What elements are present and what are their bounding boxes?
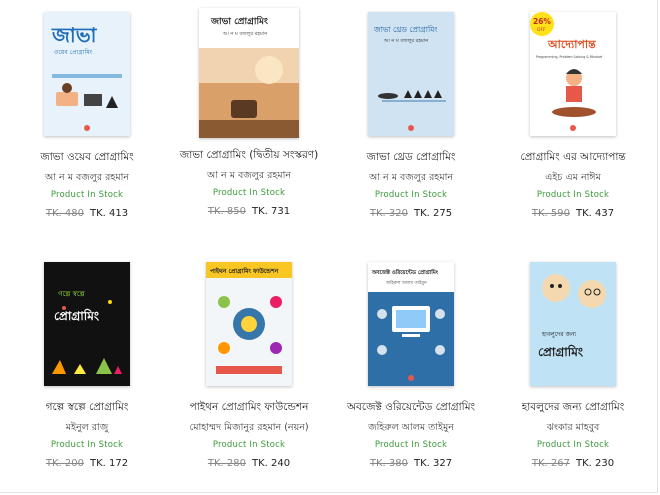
- book-card[interactable]: 26% OFF আদ্যোপান্ত Programming, Problem …: [492, 8, 654, 258]
- book-cover-image[interactable]: 26% OFF আদ্যোপান্ত Programming, Problem …: [530, 12, 616, 136]
- stock-status: Product In Stock: [374, 440, 448, 450]
- discount-price: TK. 413: [90, 208, 129, 219]
- price-row: TK. 590 TK. 437: [532, 208, 614, 219]
- book-title[interactable]: হাবলুদের জন্য প্রোগ্রামিং: [522, 400, 625, 415]
- discount-price: TK. 327: [414, 458, 453, 469]
- cover-subtitle-text: ওয়েব প্রোগ্রামিং: [54, 49, 93, 56]
- book-title[interactable]: পাইথন প্রোগ্রামিং ফাউন্ডেশন: [190, 400, 309, 415]
- book-title[interactable]: গল্পে স্বল্পে প্রোগ্রামিং: [46, 400, 129, 415]
- cover-subtitle-text: হাবলুদের জন্য: [541, 331, 576, 338]
- price-row: TK. 200 TK. 172: [46, 458, 128, 469]
- cover-title-text: প্রোগ্রামিং: [54, 308, 100, 323]
- price-row: TK. 320 TK. 275: [370, 208, 452, 219]
- book-cover-image[interactable]: অবজেক্ট ওরিয়েন্টেড প্রোগ্রামিং জহিরুল আ…: [368, 262, 454, 386]
- book-title[interactable]: জাভা প্রোগ্রামিং (দ্বিতীয় সংস্করণ): [180, 148, 318, 163]
- book-author[interactable]: ঝংকার মাহবুব: [547, 421, 600, 434]
- book-cover-image[interactable]: পাইথন প্রোগ্রামিং ফাউন্ডেশন: [206, 262, 292, 386]
- original-price: TK. 850: [207, 206, 246, 217]
- cover-subtitle-text: গল্পে স্বল্পে: [58, 290, 86, 298]
- book-grid: জাভা ওয়েব প্রোগ্রামিং জাভা ওয়েব প্রোগ্…: [6, 8, 654, 494]
- book-author[interactable]: মোহাম্মদ মিজানুর রহমান (নয়ন): [189, 421, 308, 434]
- original-price: TK. 480: [45, 208, 84, 219]
- stock-status: Product In Stock: [536, 440, 610, 450]
- book-card[interactable]: জাভা ওয়েব প্রোগ্রামিং জাভা ওয়েব প্রোগ্…: [6, 8, 168, 258]
- cover-subtitle-text: Programming, Problem Solving & Mindset: [536, 55, 603, 59]
- book-cover-image[interactable]: জাভা প্রোগ্রামিং আ ন ম বজলুর রহমান: [199, 8, 299, 138]
- book-author[interactable]: আ ন ম বজলুর রহমান: [207, 169, 291, 182]
- book-card[interactable]: জাভা প্রোগ্রামিং আ ন ম বজলুর রহমান জাভা …: [168, 8, 330, 258]
- book-author[interactable]: এইচ এম নাঈম: [545, 171, 601, 184]
- original-price: TK. 280: [207, 458, 246, 469]
- cover-subtitle-text: আ ন ম বজলুর রহমান: [222, 31, 268, 37]
- book-card[interactable]: পাইথন প্রোগ্রামিং ফাউন্ডেশন পাইথন প্রোগ্…: [168, 258, 330, 494]
- original-price: TK. 200: [45, 458, 84, 469]
- cover-title-text: প্রোগ্রামিং: [538, 344, 584, 359]
- book-card[interactable]: গল্পে স্বল্পে প্রোগ্রামিং গল্পে স্বল্পে …: [6, 258, 168, 494]
- cover-title-text: জাভা প্রোগ্রামিং: [210, 15, 268, 27]
- discount-price: TK. 240: [252, 458, 291, 469]
- book-author[interactable]: মইনুল রাজু: [66, 421, 108, 434]
- stock-status: Product In Stock: [50, 190, 124, 200]
- original-price: TK. 380: [369, 458, 408, 469]
- cover-title-text: অবজেক্ট ওরিয়েন্টেড প্রোগ্রামিং: [371, 268, 439, 276]
- book-card[interactable]: হাবলুদের জন্য প্রোগ্রামিং হাবলুদের জন্য …: [492, 258, 654, 494]
- price-row: TK. 480 TK. 413: [46, 208, 128, 219]
- book-cover-image[interactable]: জাভা থ্রেড প্রোগ্রামিং আ ন ম বজলুর রহমান: [368, 12, 454, 136]
- original-price: TK. 320: [369, 208, 408, 219]
- discount-badge-off: OFF: [537, 27, 546, 33]
- stock-status: Product In Stock: [50, 440, 124, 450]
- book-author[interactable]: জহিরুল আলম তাইমুন: [368, 421, 454, 434]
- book-cover-image[interactable]: গল্পে স্বল্পে প্রোগ্রামিং: [44, 262, 130, 386]
- original-price: TK. 267: [531, 458, 570, 469]
- book-title[interactable]: অবজেক্ট ওরিয়েন্টেড প্রোগ্রামিং: [347, 400, 475, 415]
- stock-status: Product In Stock: [374, 190, 448, 200]
- original-price: TK. 590: [531, 208, 570, 219]
- stock-status: Product In Stock: [536, 190, 610, 200]
- stock-status: Product In Stock: [212, 440, 286, 450]
- book-card[interactable]: অবজেক্ট ওরিয়েন্টেড প্রোগ্রামিং জহিরুল আ…: [330, 258, 492, 494]
- book-author[interactable]: আ ন ম বজলুর রহমান: [369, 171, 453, 184]
- book-cover-image[interactable]: জাভা ওয়েব প্রোগ্রামিং: [44, 12, 130, 136]
- discount-price: TK. 172: [90, 458, 129, 469]
- cover-subtitle-text: জহিরুল আলম তাইমুন: [385, 280, 428, 286]
- discount-price: TK. 275: [414, 208, 453, 219]
- price-row: TK. 850 TK. 731: [208, 206, 290, 217]
- discount-price: TK. 731: [252, 206, 291, 217]
- discount-price: TK. 437: [576, 208, 615, 219]
- cover-title-text: পাইথন প্রোগ্রামিং ফাউন্ডেশন: [210, 266, 279, 275]
- stock-status: Product In Stock: [212, 188, 286, 198]
- book-title[interactable]: জাভা থ্রেড প্রোগ্রামিং: [367, 150, 456, 165]
- book-title[interactable]: প্রোগ্রামিং এর আদ্যোপান্ত: [520, 150, 625, 165]
- book-cover-image[interactable]: হাবলুদের জন্য প্রোগ্রামিং: [530, 262, 616, 386]
- price-row: TK. 267 TK. 230: [532, 458, 614, 469]
- cover-title-text: জাভা: [51, 23, 98, 47]
- book-title[interactable]: জাভা ওয়েব প্রোগ্রামিং: [40, 150, 133, 165]
- price-row: TK. 280 TK. 240: [208, 458, 290, 469]
- book-author[interactable]: আ ন ম বজলুর রহমান: [45, 171, 129, 184]
- cover-subtitle-text: আ ন ম বজলুর রহমান: [383, 38, 429, 44]
- cover-title-text: আদ্যোপান্ত: [547, 38, 596, 51]
- price-row: TK. 380 TK. 327: [370, 458, 452, 469]
- discount-badge: 26%: [533, 17, 551, 26]
- cover-title-text: জাভা থ্রেড প্রোগ্রামিং: [373, 25, 438, 34]
- discount-price: TK. 230: [576, 458, 615, 469]
- book-card[interactable]: জাভা থ্রেড প্রোগ্রামিং আ ন ম বজলুর রহমান…: [330, 8, 492, 258]
